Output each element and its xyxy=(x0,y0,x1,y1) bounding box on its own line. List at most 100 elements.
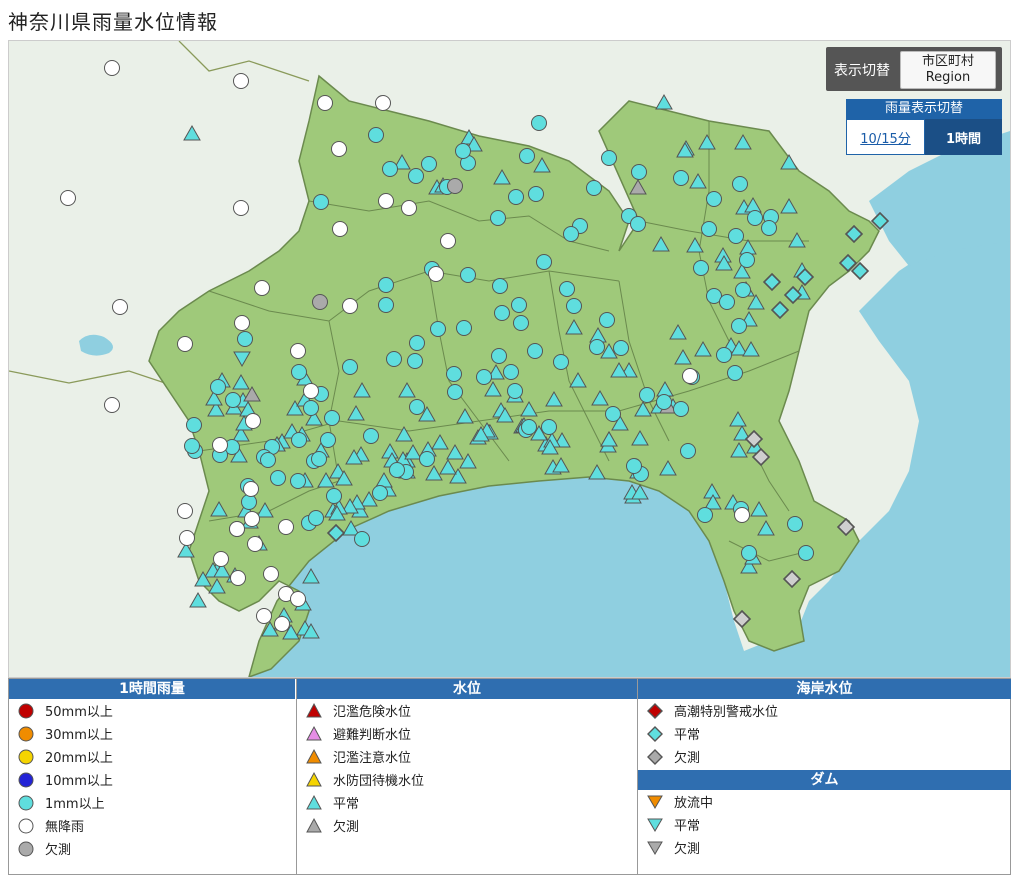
rain-gauge-marker[interactable] xyxy=(104,397,120,413)
rain-gauge-marker[interactable] xyxy=(375,95,391,111)
rain-gauge-marker[interactable] xyxy=(312,294,328,310)
rain-gauge-marker[interactable] xyxy=(747,210,763,226)
rain-gauge-marker[interactable] xyxy=(342,298,358,314)
rain-gauge-marker[interactable] xyxy=(531,115,547,131)
rain-gauge-marker[interactable] xyxy=(291,364,307,380)
rain-gauge-marker[interactable] xyxy=(326,488,342,504)
rain-gauge-marker[interactable] xyxy=(234,315,250,331)
rain-gauge-marker[interactable] xyxy=(274,616,290,632)
rain-gauge-marker[interactable] xyxy=(613,340,629,356)
rain-gauge-marker[interactable] xyxy=(419,451,435,467)
rain-gauge-marker[interactable] xyxy=(476,369,492,385)
rain-gauge-marker[interactable] xyxy=(430,321,446,337)
rain-gauge-marker[interactable] xyxy=(324,410,340,426)
rain-gauge-marker[interactable] xyxy=(104,60,120,76)
rain-gauge-marker[interactable] xyxy=(559,281,575,297)
rain-gauge-marker[interactable] xyxy=(386,351,402,367)
rain-gauge-marker[interactable] xyxy=(186,417,202,433)
rain-gauge-marker[interactable] xyxy=(706,191,722,207)
rain-gauge-marker[interactable] xyxy=(494,305,510,321)
rain-gauge-marker[interactable] xyxy=(541,419,557,435)
rain-gauge-marker[interactable] xyxy=(409,335,425,351)
rain-gauge-marker[interactable] xyxy=(631,164,647,180)
rain-gauge-marker[interactable] xyxy=(460,267,476,283)
rain-gauge-marker[interactable] xyxy=(731,318,747,334)
water-level-marker[interactable] xyxy=(189,591,207,608)
rain-gauge-marker[interactable] xyxy=(566,298,582,314)
rain-gauge-marker[interactable] xyxy=(290,343,306,359)
rain-gauge-marker[interactable] xyxy=(728,228,744,244)
rain-gauge-marker[interactable] xyxy=(787,516,803,532)
rain-gauge-marker[interactable] xyxy=(761,220,777,236)
rain-gauge-marker[interactable] xyxy=(212,437,228,453)
region-button[interactable]: 市区町村 Region xyxy=(900,51,996,89)
rain-gauge-marker[interactable] xyxy=(630,216,646,232)
rain-gauge-marker[interactable] xyxy=(447,178,463,194)
rain-gauge-marker[interactable] xyxy=(626,458,642,474)
rain-gauge-marker[interactable] xyxy=(656,394,672,410)
rain-gauge-marker[interactable] xyxy=(270,470,286,486)
rain-gauge-marker[interactable] xyxy=(528,186,544,202)
rain-gauge-marker[interactable] xyxy=(233,73,249,89)
rain-gauge-marker[interactable] xyxy=(513,315,529,331)
rain-gauge-marker[interactable] xyxy=(320,432,336,448)
rain-gauge-marker[interactable] xyxy=(331,141,347,157)
rain-gauge-marker[interactable] xyxy=(455,143,471,159)
rain-gauge-marker[interactable] xyxy=(233,200,249,216)
rain-gauge-marker[interactable] xyxy=(586,180,602,196)
rain-gauge-marker[interactable] xyxy=(332,221,348,237)
rain-gauge-marker[interactable] xyxy=(408,168,424,184)
rain-gauge-marker[interactable] xyxy=(680,443,696,459)
rain-gauge-marker[interactable] xyxy=(389,462,405,478)
water-level-marker[interactable] xyxy=(183,124,201,141)
rain-gauge-marker[interactable] xyxy=(697,507,713,523)
rain-gauge-marker[interactable] xyxy=(428,266,444,282)
rain-gauge-marker[interactable] xyxy=(243,481,259,497)
rain-gauge-marker[interactable] xyxy=(263,566,279,582)
rain-gauge-marker[interactable] xyxy=(213,551,229,567)
rain-gauge-marker[interactable] xyxy=(553,354,569,370)
rain-gauge-marker[interactable] xyxy=(732,176,748,192)
rain-gauge-marker[interactable] xyxy=(225,392,241,408)
rain-gauge-marker[interactable] xyxy=(734,507,750,523)
rain-gauge-marker[interactable] xyxy=(237,331,253,347)
map[interactable]: 表示切替 市区町村 Region 雨量表示切替 10/15分 1時間 xyxy=(8,40,1011,678)
rain-gauge-marker[interactable] xyxy=(601,150,617,166)
rain-gauge-marker[interactable] xyxy=(599,312,615,328)
rain-gauge-marker[interactable] xyxy=(536,254,552,270)
rain-gauge-marker[interactable] xyxy=(260,452,276,468)
rain-gauge-marker[interactable] xyxy=(112,299,128,315)
rain-gauge-marker[interactable] xyxy=(673,170,689,186)
rain-gauge-marker[interactable] xyxy=(184,438,200,454)
rain-gauge-marker[interactable] xyxy=(693,260,709,276)
rain-gauge-marker[interactable] xyxy=(673,401,689,417)
rain-gauge-marker[interactable] xyxy=(563,226,579,242)
rain-gauge-marker[interactable] xyxy=(407,353,423,369)
rain-1hour-button[interactable]: 1時間 xyxy=(925,119,1002,155)
rain-gauge-marker[interactable] xyxy=(378,193,394,209)
rain-gauge-marker[interactable] xyxy=(440,233,456,249)
rain-gauge-marker[interactable] xyxy=(701,221,717,237)
rain-gauge-marker[interactable] xyxy=(490,210,506,226)
rain-gauge-marker[interactable] xyxy=(492,278,508,294)
rain-gauge-marker[interactable] xyxy=(278,519,294,535)
rain-gauge-marker[interactable] xyxy=(311,451,327,467)
rain-gauge-marker[interactable] xyxy=(527,343,543,359)
rain-gauge-marker[interactable] xyxy=(727,365,743,381)
rain-gauge-marker[interactable] xyxy=(177,336,193,352)
rain-gauge-marker[interactable] xyxy=(241,494,257,510)
rain-gauge-marker[interactable] xyxy=(179,530,195,546)
rain-gauge-marker[interactable] xyxy=(446,366,462,382)
rain-gauge-marker[interactable] xyxy=(382,161,398,177)
rain-gauge-marker[interactable] xyxy=(244,511,260,527)
rain-gauge-marker[interactable] xyxy=(247,536,263,552)
rain-10min-button[interactable]: 10/15分 xyxy=(846,119,925,155)
rain-gauge-marker[interactable] xyxy=(290,473,306,489)
rain-gauge-marker[interactable] xyxy=(256,608,272,624)
rain-gauge-marker[interactable] xyxy=(605,406,621,422)
rain-gauge-marker[interactable] xyxy=(741,545,757,561)
rain-gauge-marker[interactable] xyxy=(245,413,261,429)
rain-gauge-marker[interactable] xyxy=(682,368,698,384)
water-level-marker[interactable] xyxy=(655,93,673,110)
rain-gauge-marker[interactable] xyxy=(719,294,735,310)
